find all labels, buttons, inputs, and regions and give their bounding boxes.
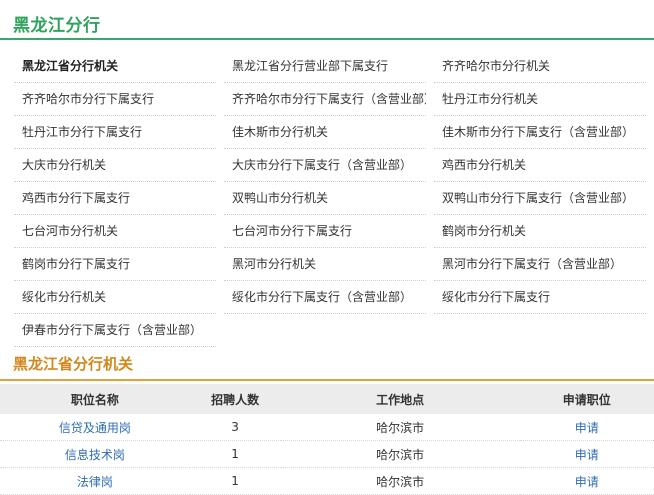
detail-title: 黑龙江省分行机关 — [13, 355, 134, 373]
branch-link[interactable]: 鸡西市分行下属支行 — [14, 182, 216, 215]
section-title: 黑龙江分行 — [13, 16, 101, 36]
branch-link[interactable]: 佳木斯市分行下属支行（含营业部） — [434, 116, 646, 149]
branch-link[interactable]: 鹤岗市分行机关 — [434, 215, 646, 248]
col-header-apply: 申请职位 — [519, 384, 654, 414]
branch-grid: 黑龙江省分行机关 黑龙江省分行营业部下属支行 齐齐哈尔市分行机关 齐齐哈尔市分行… — [14, 50, 654, 347]
branch-link[interactable]: 牡丹江市分行下属支行 — [14, 116, 216, 149]
branch-link[interactable]: 双鸭山市分行机关 — [224, 182, 426, 215]
branch-link[interactable]: 绥化市分行下属支行（含营业部） — [224, 281, 426, 314]
apply-link[interactable]: 申请 — [575, 448, 599, 462]
apply-link[interactable]: 申请 — [575, 475, 599, 489]
table-row: 法律岗 1 哈尔滨市 申请 — [0, 467, 654, 495]
branch-link[interactable]: 佳木斯市分行机关 — [224, 116, 426, 149]
apply-link[interactable]: 申请 — [575, 421, 599, 435]
job-name-link[interactable]: 法律岗 — [77, 475, 113, 489]
branch-link[interactable]: 七台河市分行下属支行 — [224, 215, 426, 248]
branch-link[interactable]: 齐齐哈尔市分行下属支行（含营业部） — [224, 83, 426, 116]
job-location: 哈尔滨市 — [280, 414, 520, 441]
job-count: 1 — [189, 467, 281, 495]
branch-link[interactable]: 大庆市分行机关 — [14, 149, 216, 182]
branch-link[interactable]: 双鸭山市分行下属支行（含营业部） — [434, 182, 646, 215]
table-row: 信息技术岗 1 哈尔滨市 申请 — [0, 440, 654, 468]
branch-link[interactable]: 绥化市分行下属支行 — [434, 281, 646, 314]
col-header-location: 工作地点 — [280, 384, 520, 414]
branch-link[interactable]: 黑河市分行下属支行（含营业部） — [434, 248, 646, 281]
branch-link[interactable]: 牡丹江市分行机关 — [434, 83, 646, 116]
branch-link[interactable]: 七台河市分行机关 — [14, 215, 216, 248]
branch-link[interactable]: 鸡西市分行机关 — [434, 149, 646, 182]
job-name-link[interactable]: 信贷及通用岗 — [59, 421, 131, 435]
job-name-link[interactable]: 信息技术岗 — [65, 448, 125, 462]
job-count: 1 — [189, 440, 281, 468]
branch-link[interactable]: 黑龙江省分行营业部下属支行 — [224, 50, 426, 83]
section-header: 黑龙江分行 — [0, 0, 654, 40]
branch-link[interactable]: 鹤岗市分行下属支行 — [14, 248, 216, 281]
branch-link[interactable]: 齐齐哈尔市分行下属支行 — [14, 83, 216, 116]
branch-link[interactable]: 绥化市分行机关 — [14, 281, 216, 314]
col-header-count: 招聘人数 — [189, 384, 281, 414]
table-header-row: 职位名称 招聘人数 工作地点 申请职位 — [0, 384, 654, 414]
detail-divider — [0, 379, 654, 381]
job-location: 哈尔滨市 — [280, 467, 520, 495]
branch-link[interactable]: 齐齐哈尔市分行机关 — [434, 50, 646, 83]
branch-link[interactable]: 黑龙江省分行机关 — [14, 50, 216, 83]
table-row: 信贷及通用岗 3 哈尔滨市 申请 — [0, 414, 654, 441]
col-header-name: 职位名称 — [0, 384, 190, 414]
job-count: 3 — [189, 414, 281, 441]
job-location: 哈尔滨市 — [280, 440, 520, 468]
branch-link[interactable]: 黑河市分行机关 — [224, 248, 426, 281]
branch-link[interactable]: 伊春市分行下属支行（含营业部） — [14, 314, 216, 347]
jobs-table: 职位名称 招聘人数 工作地点 申请职位 信贷及通用岗 3 哈尔滨市 申请 信息技… — [0, 384, 654, 495]
branch-link[interactable]: 大庆市分行下属支行（含营业部） — [224, 149, 426, 182]
